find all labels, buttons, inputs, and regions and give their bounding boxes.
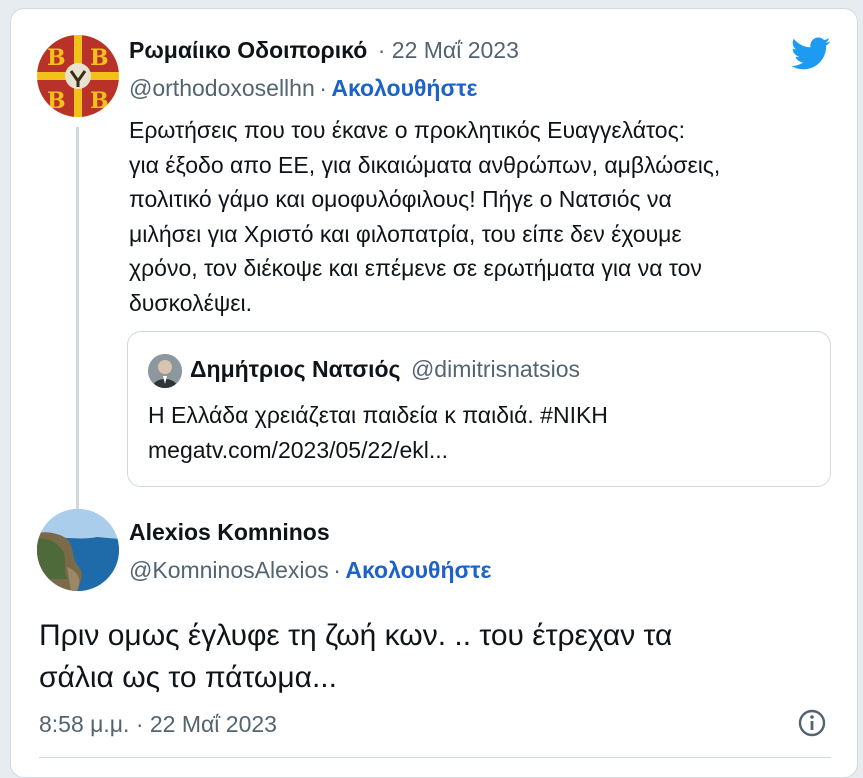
display-name[interactable]: Ρωμαίικο Οδοιπορικό [129, 37, 367, 63]
reply-user-handle[interactable]: @KomninosAlexios [129, 557, 329, 583]
separator-dot: · [319, 75, 327, 101]
avatar-komninosalexios[interactable] [37, 509, 119, 591]
avatar-orthodoxosellhn[interactable]: B B B B [37, 35, 119, 117]
quoted-tweet-header: Δημήτριος Νατσιός @dimitrisnatsios [190, 356, 580, 383]
quoted-display-name: Δημήτριος Νατσιός [190, 356, 401, 382]
reply-tweet-subheader: @KomninosAlexios · Ακολουθήστε [129, 557, 491, 584]
svg-text:B: B [47, 45, 66, 71]
follow-button[interactable]: Ακολουθήστε [331, 75, 477, 101]
tweet-text-line: πολιτικό γάμο και ομοφυλόφιλους! Πήγε ο … [129, 186, 672, 212]
original-tweet-subheader: @orthodoxosellhn · Ακολουθήστε [129, 75, 477, 102]
separator-dot: · [333, 557, 341, 583]
thread-connector-line [76, 127, 79, 509]
reply-text-line: Πριν ομως έγλυφε τη ζωή κων. .. του έτρε… [39, 619, 673, 652]
divider [39, 757, 831, 758]
reply-display-name[interactable]: Alexios Komninos [129, 519, 330, 545]
tweet-text-line: χρόνο, τον διέκοψε και επέμενε σε ερωτήμ… [129, 255, 702, 281]
svg-text:B: B [47, 88, 66, 114]
original-tweet-text: Ερωτήσεις που του έκανε ο προκλητικός Ευ… [129, 113, 829, 320]
svg-text:B: B [90, 88, 109, 114]
original-tweet-header: Ρωμαίικο Οδοιπορικό · 22 Μαΐ 2023 [129, 37, 519, 64]
svg-text:B: B [90, 45, 109, 71]
reply-text-line: σάλια ως το πάτωμα... [39, 661, 337, 694]
quoted-tweet-text: Η Ελλάδα χρειάζεται παιδεία κ παιδιά. #Ν… [148, 402, 608, 428]
quoted-tweet-card[interactable]: Δημήτριος Νατσιός @dimitrisnatsios Η Ελλ… [127, 331, 831, 487]
tweet-text-line: για έξοδο απο ΕΕ, για δικαιώματα ανθρώπω… [129, 151, 721, 178]
reply-timestamp[interactable]: 8:58 μ.μ. · 22 Μαΐ 2023 [39, 711, 277, 738]
tweet-text-line: μιλήσει για Χριστό και φιλοπατρία, του ε… [129, 220, 682, 247]
coastline-photo-avatar [37, 509, 119, 591]
avatar-dimitrisnatsios [148, 354, 182, 388]
user-handle[interactable]: @orthodoxosellhn [129, 75, 315, 101]
info-icon[interactable] [797, 708, 827, 743]
tweet-text-line: δυσκολέψει. [129, 289, 253, 316]
twitter-bird-icon[interactable] [791, 37, 831, 76]
tweet-date[interactable]: · 22 Μαΐ 2023 [378, 37, 519, 63]
person-photo-avatar [148, 354, 182, 388]
quoted-tweet-body: Η Ελλάδα χρειάζεται παιδεία κ παιδιά. #Ν… [148, 398, 808, 467]
reply-follow-button[interactable]: Ακολουθήστε [345, 557, 491, 583]
reply-tweet-text: Πριν ομως έγλυφε τη ζωή κων. .. του έτρε… [39, 615, 829, 699]
tweet-embed-card: B B B B Ρωμαίικο Οδοιπορικό · 22 Μαΐ 202… [10, 8, 858, 778]
quoted-user-handle: @dimitrisnatsios [410, 356, 581, 382]
quoted-tweet-link[interactable]: megatv.com/2023/05/22/ekl... [148, 433, 808, 468]
reply-tweet-header: Alexios Komninos [129, 519, 330, 546]
tweet-text-line: Ερωτήσεις που του έκανε ο προκλητικός Ευ… [129, 117, 686, 143]
byzantine-flag-avatar: B B B B [37, 35, 119, 117]
